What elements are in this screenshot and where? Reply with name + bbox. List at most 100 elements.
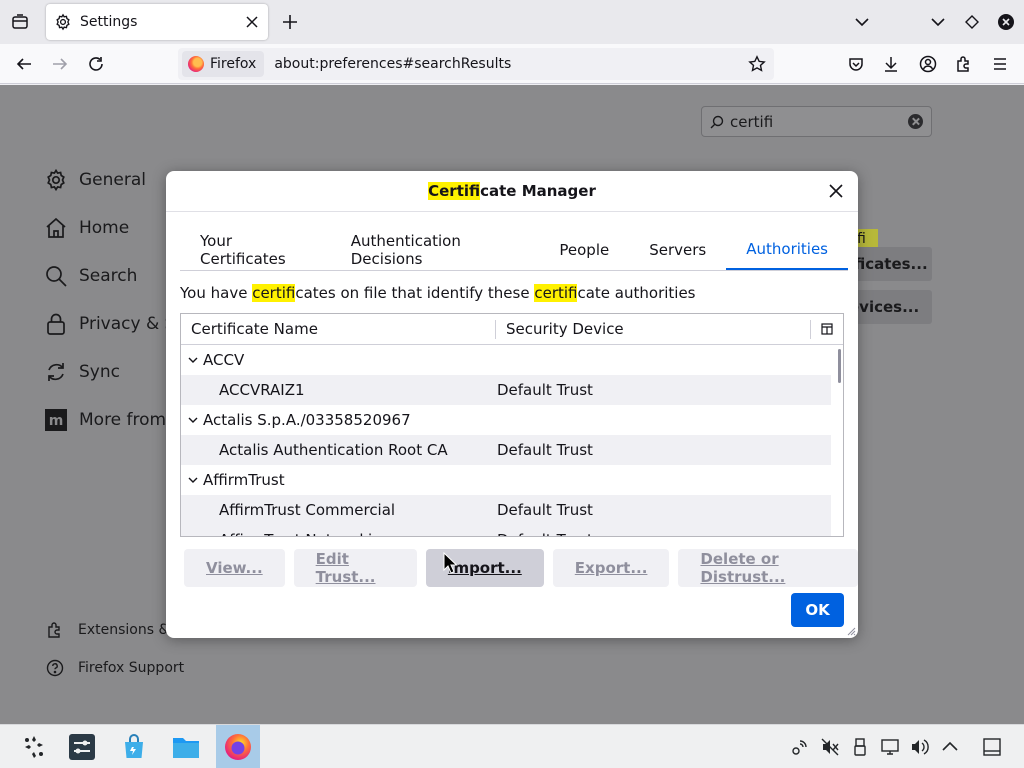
home-icon (46, 217, 66, 238)
tab-people[interactable]: People (539, 229, 629, 270)
url-text[interactable]: about:preferences#searchResults (274, 56, 748, 72)
volume-muted-icon[interactable] (820, 737, 840, 757)
description-text: You have (180, 284, 253, 302)
category-search[interactable]: Search (44, 261, 137, 291)
display-icon[interactable] (880, 737, 900, 757)
list-all-tabs-icon[interactable] (848, 8, 876, 36)
cert-device: Default Trust (497, 501, 593, 519)
delete-or-distrust-button[interactable]: Delete or Distrust... (678, 549, 858, 587)
firefox-support-link[interactable]: Firefox Support (46, 659, 184, 677)
tree-cert-row[interactable]: AffirmTrust NetworkingDefault Trust (181, 525, 831, 536)
forward-button[interactable] (46, 50, 74, 78)
chevron-down-icon[interactable] (187, 354, 199, 366)
tree-cert-row[interactable]: Actalis Authentication Root CA Default Tr… (181, 435, 831, 465)
tab-servers[interactable]: Servers (629, 229, 726, 270)
help-icon (46, 659, 64, 677)
back-button[interactable] (10, 50, 38, 78)
menu-icon[interactable] (986, 50, 1014, 78)
description-highlight: certifi (252, 284, 296, 302)
new-tab-button[interactable] (276, 8, 304, 36)
downloads-icon[interactable] (877, 50, 905, 78)
chevron-down-icon[interactable] (187, 414, 199, 426)
cert-name: Actalis Authentication Root CA (219, 441, 448, 459)
view-button[interactable]: View... (184, 549, 285, 587)
tab-settings[interactable]: Settings (46, 4, 268, 40)
background-security-devices-button: evices... (845, 290, 932, 324)
category-privacy[interactable]: Privacy & Se (44, 309, 186, 339)
authorities-description: You have certificates on file that ident… (180, 284, 696, 302)
column-certificate-name[interactable]: Certificate Name (181, 319, 496, 339)
window-close-icon[interactable] (992, 8, 1020, 36)
group-name: ACCV (203, 351, 245, 369)
cert-name: AffirmTrust Commercial (219, 501, 396, 519)
certificate-tabs: Your Certificates Authentication Decisio… (180, 229, 848, 271)
description-highlight: certifi (534, 284, 578, 302)
dialog-title: Certifi cate Manager (166, 171, 858, 212)
category-sync[interactable]: Sync (44, 357, 120, 387)
system-settings-taskbar-button[interactable] (60, 725, 104, 768)
account-icon[interactable] (914, 50, 942, 78)
category-label: Home (79, 218, 130, 238)
show-desktop-icon[interactable] (982, 737, 1002, 757)
volume-icon[interactable] (910, 737, 930, 757)
resize-grip-icon[interactable] (846, 626, 856, 636)
tab-authorities[interactable]: Authorities (726, 229, 848, 270)
bookmark-star-icon[interactable] (748, 55, 766, 73)
close-icon (829, 184, 843, 198)
category-general[interactable]: General (44, 165, 146, 195)
tree-group-row[interactable]: AffirmTrust (181, 465, 831, 495)
tree-group-row[interactable]: Actalis S.p.A./03358520967 (181, 405, 831, 435)
close-dialog-button[interactable] (826, 181, 846, 201)
tree-cert-row[interactable]: AffirmTrust Commercial Default Trust (181, 495, 831, 525)
extensions-themes-link[interactable]: Extensions & T (46, 621, 182, 639)
chevron-down-icon[interactable] (924, 8, 952, 36)
tab-your-certificates[interactable]: Your Certificates (180, 229, 331, 270)
search-query: certifi (730, 112, 774, 131)
discover-taskbar-button[interactable] (112, 725, 156, 768)
identity-box[interactable]: Firefox (182, 51, 265, 77)
window-minimize-icon[interactable] (958, 8, 986, 36)
certificate-tree[interactable]: Certificate Name Security Device ACCV ACC… (180, 313, 844, 537)
firefox-icon (225, 734, 251, 760)
usb-device-icon[interactable] (850, 737, 870, 757)
chevron-up-icon[interactable] (940, 737, 960, 757)
gear-icon (56, 13, 70, 31)
cert-device: Default Trust (497, 381, 593, 399)
category-home[interactable]: Home (44, 213, 129, 243)
column-picker-button[interactable] (811, 323, 843, 335)
column-security-device[interactable]: Security Device (496, 319, 811, 339)
export-button[interactable]: Export... (552, 549, 670, 587)
settings-app-icon (69, 734, 95, 760)
extensions-icon[interactable] (950, 50, 978, 78)
clear-search-icon[interactable] (908, 114, 923, 129)
ok-button[interactable]: OK (791, 593, 844, 627)
app-launcher-button[interactable] (12, 725, 56, 768)
close-icon[interactable] (244, 14, 260, 30)
background-certificates-button: ificates... (845, 247, 932, 281)
edit-trust-button[interactable]: Edit Trust... (293, 549, 417, 587)
tree-group-row[interactable]: ACCV (181, 345, 831, 375)
url-bar[interactable]: Firefox about:preferences#searchResults (178, 48, 774, 80)
category-more-from-mozilla[interactable]: m More from M (44, 405, 186, 435)
navigation-toolbar: Firefox about:preferences#searchResults (0, 44, 1024, 84)
settings-search-input[interactable]: certifi (701, 106, 932, 137)
puzzle-icon (48, 622, 60, 638)
gear-icon (47, 168, 65, 192)
network-icon[interactable] (790, 737, 810, 757)
tab-authentication-decisions[interactable]: Authentication Decisions (331, 229, 540, 270)
mozilla-icon: m (45, 409, 67, 431)
category-label: General (79, 170, 146, 190)
firefox-taskbar-button[interactable] (216, 725, 260, 768)
firefox-view-icon[interactable] (6, 8, 34, 36)
cert-device: Default Trust (497, 441, 593, 459)
title-search-highlight: Certifi (428, 182, 481, 200)
category-label: Search (79, 266, 138, 286)
chevron-down-icon[interactable] (187, 474, 199, 486)
tree-cert-row[interactable]: ACCVRAIZ1 Default Trust (181, 375, 831, 405)
pocket-icon[interactable] (842, 50, 870, 78)
tree-scrollbar[interactable] (838, 349, 841, 383)
reload-button[interactable] (82, 50, 110, 78)
cert-name: AffirmTrust Networking (181, 531, 497, 536)
search-icon (46, 266, 67, 287)
file-manager-taskbar-button[interactable] (164, 725, 208, 768)
